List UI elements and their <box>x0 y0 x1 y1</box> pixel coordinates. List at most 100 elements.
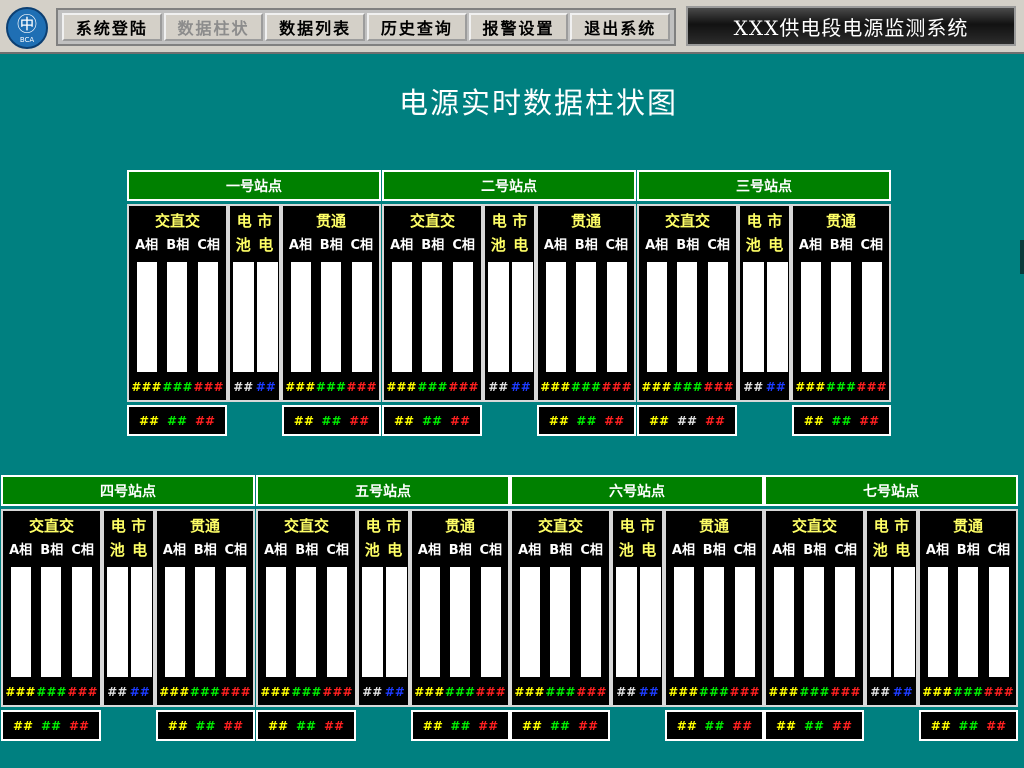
mains-bar <box>767 262 788 372</box>
phase-label-b: B相 <box>421 238 445 253</box>
phase-label-a: A相 <box>543 238 567 253</box>
through-line-extra-value: ## <box>293 413 314 428</box>
ac-dc-ac-group: 交直交 A相 B相 C相 ### ### ### <box>764 509 865 707</box>
battery-bar <box>616 567 637 677</box>
ac-bar-c <box>708 262 728 372</box>
menu-history-button[interactable]: 历史查询 <box>367 13 467 41</box>
battery-label-bottom: 池 <box>872 541 888 559</box>
through-line-extra-value: ## <box>422 718 443 733</box>
through-line-bar-a <box>674 567 694 677</box>
phase-label-c: C相 <box>733 543 757 558</box>
through-line-value-a: ### <box>668 685 699 699</box>
ac-dc-ac-group: 交直交 A相 B相 C相 ### ### ### <box>1 509 102 707</box>
through-line-title: 贯通 <box>315 212 346 230</box>
side-handle[interactable] <box>1020 240 1024 274</box>
through-line-bar-a <box>291 262 311 372</box>
through-line-extra-value: ## <box>803 413 824 428</box>
ac-value-b: ### <box>545 685 576 699</box>
menu-alarm-settings-button[interactable]: 报警设置 <box>468 13 569 41</box>
ac-bar-a <box>774 567 794 677</box>
menu-login-button[interactable]: 系统登陆 <box>62 13 162 41</box>
battery-mains-group: 电市池电 ## ## <box>102 509 155 707</box>
phase-label-a: A相 <box>9 543 33 558</box>
phase-label-a: A相 <box>135 238 159 253</box>
phase-label-b: B相 <box>702 543 726 558</box>
ac-bar-b <box>422 262 442 372</box>
through-line-value-c: ### <box>220 685 251 699</box>
mains-value: ## <box>892 685 913 699</box>
ac-extra-value: ## <box>549 718 571 733</box>
station-name-header[interactable]: 五号站点 <box>256 475 510 506</box>
through-line-values: ### ### ### <box>920 685 1016 699</box>
menu-bar-chart-button[interactable]: 数据柱状 <box>163 13 264 41</box>
through-line-value-b: ### <box>315 380 347 394</box>
through-line-values: ### ### ### <box>793 380 889 394</box>
through-line-value-a: ### <box>922 685 953 699</box>
ac-bar-a <box>520 567 540 677</box>
battery-mains-values: ## ## <box>230 380 279 394</box>
through-line-extra-value: ## <box>859 413 880 428</box>
battery-mains-values: ## ## <box>485 380 534 394</box>
mains-bar <box>257 262 278 372</box>
mains-value: ## <box>255 380 276 394</box>
ac-dc-ac-group: 交直交 A相 B相 C相 ### ### ### <box>127 204 228 402</box>
ac-bar-c <box>72 567 92 677</box>
ac-extra-value: ## <box>138 413 160 428</box>
through-line-value-c: ### <box>601 380 632 394</box>
phase-label-c: C相 <box>224 543 248 558</box>
station-panel: 二号站点 交直交 A相 B相 C相 ### ### ### 电市池电 ## ## 贯通 A相 B相 C相 ##… <box>382 170 636 442</box>
menu-exit-button[interactable]: 退出系统 <box>570 13 671 41</box>
through-line-bar-a <box>546 262 566 372</box>
ac-extra-readout: ## ## ## <box>1 710 101 741</box>
through-line-value-c: ### <box>983 685 1014 699</box>
phase-label-c: C相 <box>479 543 503 558</box>
battery-mains-title-bottom: 池电 <box>230 234 279 255</box>
ac-extra-value: ## <box>12 718 34 733</box>
station-name-header[interactable]: 六号站点 <box>510 475 764 506</box>
battery-label-bottom: 池 <box>618 541 634 559</box>
ac-value-c: ### <box>193 380 224 394</box>
battery-mains-values: ## ## <box>867 685 916 699</box>
mains-label-top: 市 <box>257 212 273 230</box>
battery-mains-group: 电市池电 ## ## <box>357 509 410 707</box>
battery-value: ## <box>107 685 128 699</box>
station-name-header[interactable]: 一号站点 <box>127 170 381 201</box>
through-line-title: 贯通 <box>825 212 856 230</box>
menu-data-list-button[interactable]: 数据列表 <box>265 13 366 41</box>
through-line-value-b: ### <box>698 685 730 699</box>
through-line-title: 贯通 <box>952 517 983 535</box>
ac-dc-ac-group: 交直交 A相 B相 C相 ### ### ### <box>510 509 611 707</box>
ac-extra-value: ## <box>421 413 443 428</box>
through-line-value-a: ### <box>795 380 826 394</box>
station-name-header[interactable]: 三号站点 <box>637 170 891 201</box>
ac-extra-value: ## <box>295 718 317 733</box>
phase-labels: A相 B相 C相 <box>666 539 762 558</box>
ac-dc-ac-group: 交直交 A相 B相 C相 ### ### ### <box>256 509 357 707</box>
through-line-extra-readout: ## ## ## <box>537 405 636 436</box>
station-panel: 六号站点 交直交 A相 B相 C相 ### ### ### 电市池电 ## ## 贯通 A相 B相 C相 ##… <box>510 475 764 747</box>
through-line-values: ### ### ### <box>283 380 379 394</box>
ac-extra-value: ## <box>521 718 543 733</box>
through-line-bar-c <box>352 262 372 372</box>
station-name-header[interactable]: 二号站点 <box>382 170 636 201</box>
ac-value-c: ### <box>448 380 479 394</box>
ac-value-a: ### <box>386 380 417 394</box>
through-line-bar-b <box>958 567 978 677</box>
through-line-title: 贯通 <box>444 517 475 535</box>
battery-mains-values: ## ## <box>613 685 662 699</box>
battery-mains-group: 电市池电 ## ## <box>738 204 791 402</box>
through-line-values: ### ### ### <box>157 685 253 699</box>
through-line-bar-a <box>801 262 821 372</box>
ac-extra-value: ## <box>704 413 726 428</box>
logo-abbr: BCA <box>19 36 35 44</box>
battery-label-bottom: 池 <box>235 236 251 254</box>
ac-extra-readout: ## ## ## <box>256 710 356 741</box>
mains-label-top: 市 <box>512 212 528 230</box>
station-name-header[interactable]: 七号站点 <box>764 475 1018 506</box>
through-line-value-a: ### <box>414 685 445 699</box>
station-name-header[interactable]: 四号站点 <box>1 475 255 506</box>
ac-bar-b <box>550 567 570 677</box>
ac-bar-c <box>581 567 601 677</box>
battery-mains-values: ## ## <box>359 685 408 699</box>
phase-label-b: B相 <box>40 543 64 558</box>
